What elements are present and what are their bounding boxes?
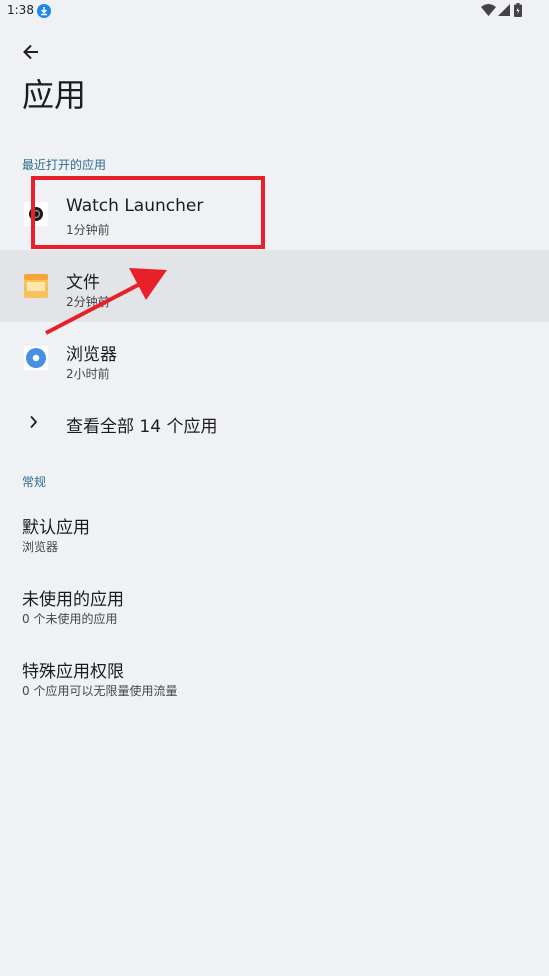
- setting-subtitle: 浏览器: [22, 540, 59, 554]
- status-time: 1:38: [7, 3, 34, 17]
- default-apps-item[interactable]: 默认应用 浏览器: [0, 500, 549, 572]
- app-last-used: 2分钟前: [66, 295, 110, 309]
- special-app-access-item[interactable]: 特殊应用权限 0 个应用可以无限量使用流量: [0, 644, 549, 716]
- setting-title: 特殊应用权限: [22, 662, 124, 682]
- battery-icon: [514, 3, 522, 17]
- unused-apps-item[interactable]: 未使用的应用 0 个未使用的应用: [0, 572, 549, 644]
- download-icon: [37, 4, 51, 18]
- wifi-icon: [481, 4, 496, 16]
- setting-title: 未使用的应用: [22, 590, 124, 610]
- app-name: Watch Launcher: [66, 196, 204, 216]
- app-name: 浏览器: [66, 345, 117, 365]
- status-bar: 1:38: [0, 0, 549, 22]
- setting-subtitle: 0 个未使用的应用: [22, 612, 118, 626]
- recent-app-files[interactable]: 文件 2分钟前: [0, 250, 549, 322]
- app-last-used: 2小时前: [66, 367, 110, 381]
- arrow-back-icon: [23, 44, 38, 60]
- page-title: 应用: [22, 76, 87, 114]
- settings-apps-screen: 1:38 应用 最近打开的应用 Watch Launcher 1分钟前 文件 2…: [0, 0, 549, 976]
- recent-app-browser[interactable]: 浏览器 2小时前: [0, 322, 549, 394]
- section-header-recent: 最近打开的应用: [22, 158, 107, 172]
- see-all-label: 查看全部 14 个应用: [66, 417, 218, 437]
- chevron-right-icon: [30, 415, 38, 429]
- setting-title: 默认应用: [22, 518, 90, 538]
- section-header-general: 常规: [22, 475, 47, 489]
- folder-icon: [24, 274, 48, 298]
- annotation-arrow-icon: [45, 268, 167, 335]
- browser-icon: [24, 346, 48, 370]
- signal-icon: [498, 4, 510, 16]
- setting-subtitle: 0 个应用可以无限量使用流量: [22, 684, 178, 698]
- app-name: 文件: [66, 273, 100, 293]
- recent-app-watch-launcher[interactable]: Watch Launcher 1分钟前: [0, 178, 549, 250]
- back-button[interactable]: [18, 38, 48, 66]
- see-all-apps-button[interactable]: 查看全部 14 个应用: [0, 394, 549, 450]
- watch-launcher-icon: [24, 202, 48, 226]
- app-last-used: 1分钟前: [66, 223, 110, 237]
